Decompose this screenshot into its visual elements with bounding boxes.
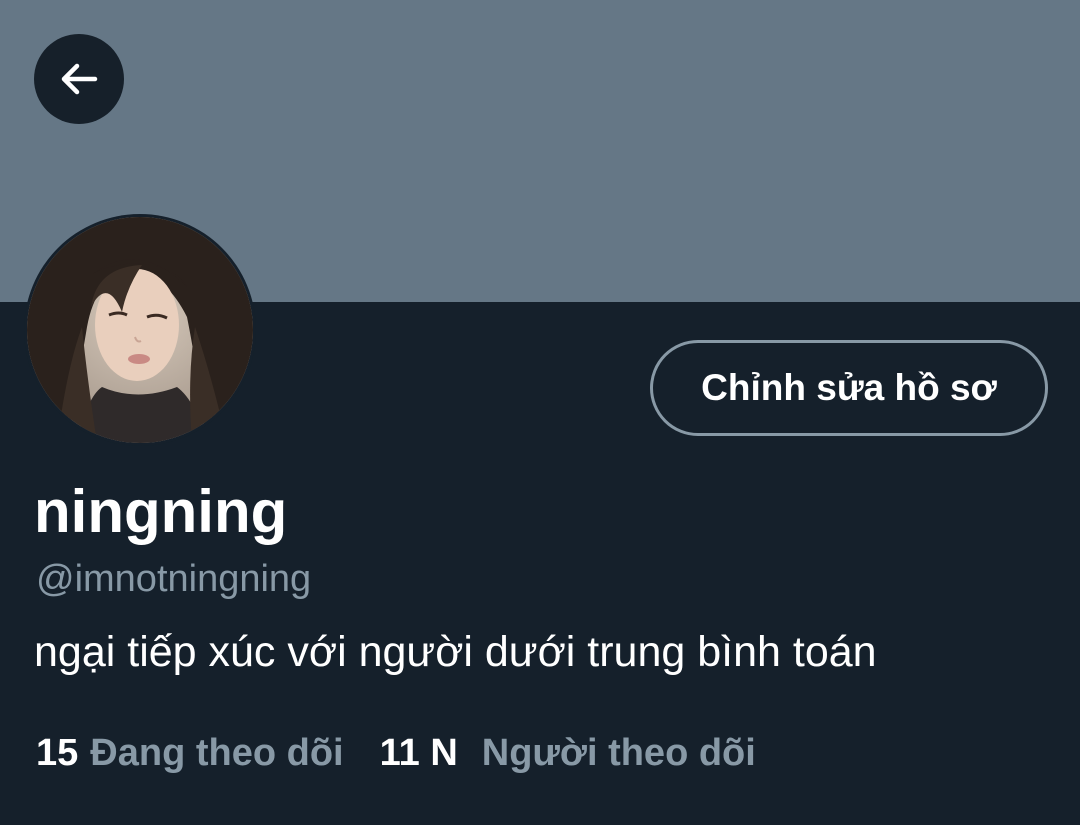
- user-handle: @imnotningning: [36, 558, 312, 600]
- profile-bio: ngại tiếp xúc với người dưới trung bình …: [34, 628, 877, 676]
- following-link[interactable]: 15 Đang theo dõi: [36, 732, 344, 775]
- edit-profile-button[interactable]: Chỉnh sửa hồ sơ: [650, 340, 1048, 436]
- avatar-frame[interactable]: [24, 214, 256, 446]
- followers-link[interactable]: 11 N Người theo dõi: [380, 732, 756, 775]
- followers-count: 11 N: [379, 731, 458, 774]
- display-name: ningning: [34, 478, 288, 545]
- following-label: Đang theo dõi: [90, 731, 344, 774]
- avatar: [27, 217, 253, 443]
- arrow-left-icon: [61, 63, 98, 95]
- followers-label: Người theo dõi: [481, 731, 756, 774]
- following-count: 15: [36, 731, 79, 774]
- back-button[interactable]: [34, 34, 124, 124]
- profile-stats: 15 Đang theo dõi 11 N Người theo dõi: [36, 728, 756, 778]
